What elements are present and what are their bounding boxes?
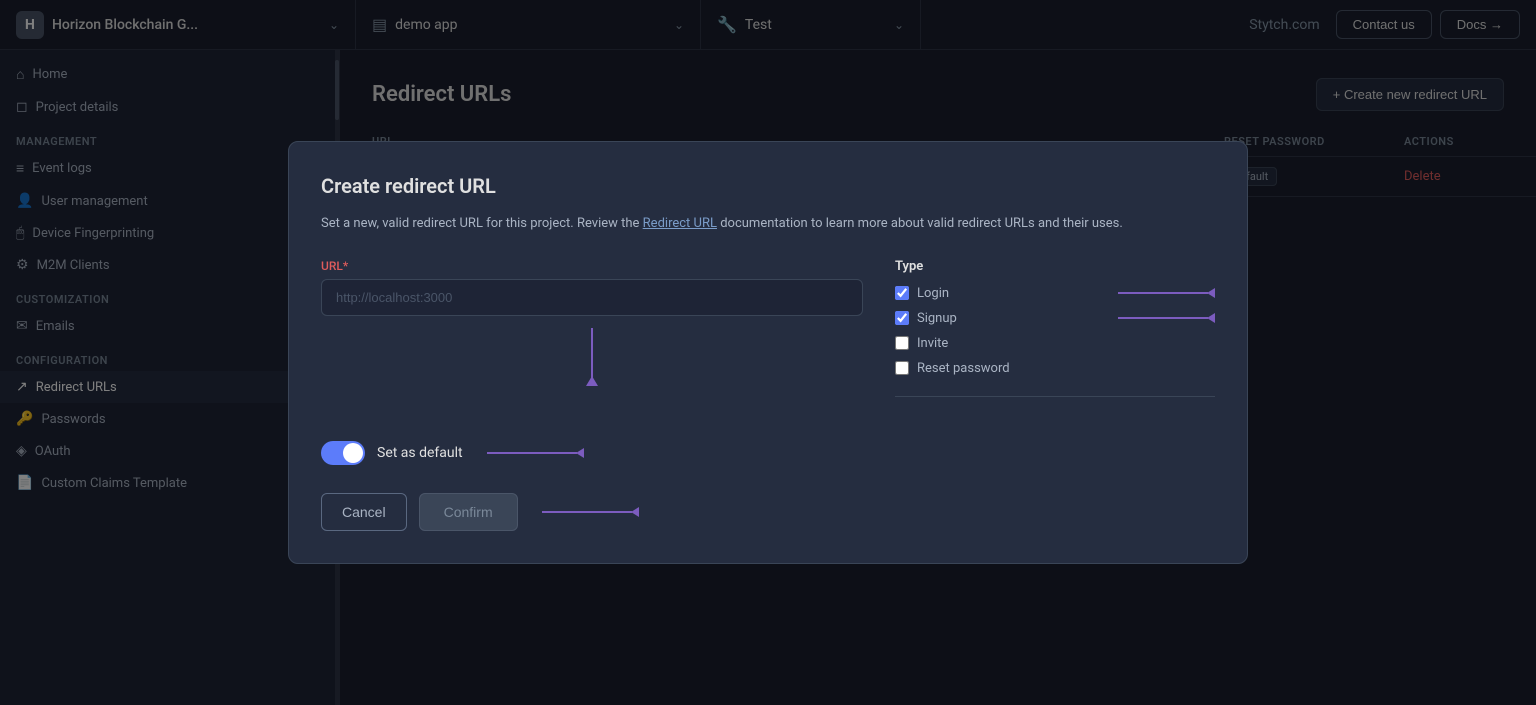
modal-left-section: URL* <box>321 259 863 417</box>
url-arrow-line <box>591 328 593 378</box>
checkbox-login-label: Login <box>917 286 949 301</box>
create-redirect-url-modal: Create redirect URL Set a new, valid red… <box>288 141 1248 564</box>
redirect-url-doc-link[interactable]: Redirect URL <box>643 216 717 231</box>
modal-actions: Cancel Confirm <box>321 493 1215 531</box>
login-arrow <box>957 288 1215 298</box>
confirm-arrow <box>542 507 639 517</box>
checkbox-invite-label: Invite <box>917 336 948 351</box>
type-divider <box>895 396 1215 397</box>
signup-arrow <box>965 313 1215 323</box>
toggle-label: Set as default <box>377 445 463 461</box>
signup-arrow-head <box>1207 313 1215 323</box>
checkbox-invite[interactable] <box>895 336 909 350</box>
toggle-arrow <box>487 448 584 458</box>
modal-desc-text: Set a new, valid redirect URL for this p… <box>321 216 639 231</box>
checkbox-row-reset-password: Reset password <box>895 361 1215 376</box>
confirm-arrow-head <box>631 507 639 517</box>
url-input[interactable] <box>321 279 863 316</box>
toggle-arrow-line <box>487 452 577 454</box>
login-arrow-head <box>1207 288 1215 298</box>
url-arrow-head <box>586 376 598 386</box>
toggle-arrow-head <box>576 448 584 458</box>
checkbox-row-invite: Invite <box>895 336 1215 351</box>
checkbox-reset-password[interactable] <box>895 361 909 375</box>
checkbox-row-signup: Signup <box>895 311 1215 326</box>
modal-right-section: Type Login Signup <box>895 259 1215 417</box>
url-field-label: URL* <box>321 259 863 273</box>
checkbox-login[interactable] <box>895 286 909 300</box>
checkbox-signup[interactable] <box>895 311 909 325</box>
confirm-arrow-line <box>542 511 632 513</box>
modal-desc-suffix2: documentation to learn more about valid … <box>720 216 1123 231</box>
type-label: Type <box>895 259 1215 274</box>
modal-body: URL* Type Login <box>321 259 1215 417</box>
set-as-default-toggle[interactable] <box>321 441 365 465</box>
cancel-button[interactable]: Cancel <box>321 493 407 531</box>
signup-arrow-line <box>1118 317 1208 319</box>
checkbox-signup-label: Signup <box>917 311 957 326</box>
url-arrow-annotation <box>321 328 863 386</box>
modal-title: Create redirect URL <box>321 174 1215 198</box>
modal-overlay: Create redirect URL Set a new, valid red… <box>0 0 1536 705</box>
modal-description: Set a new, valid redirect URL for this p… <box>321 214 1215 235</box>
checkbox-reset-password-label: Reset password <box>917 361 1010 376</box>
confirm-button[interactable]: Confirm <box>419 493 518 531</box>
toggle-knob <box>343 443 363 463</box>
checkbox-row-login: Login <box>895 286 1215 301</box>
toggle-row: Set as default <box>321 441 1215 465</box>
login-arrow-line <box>1118 292 1208 294</box>
